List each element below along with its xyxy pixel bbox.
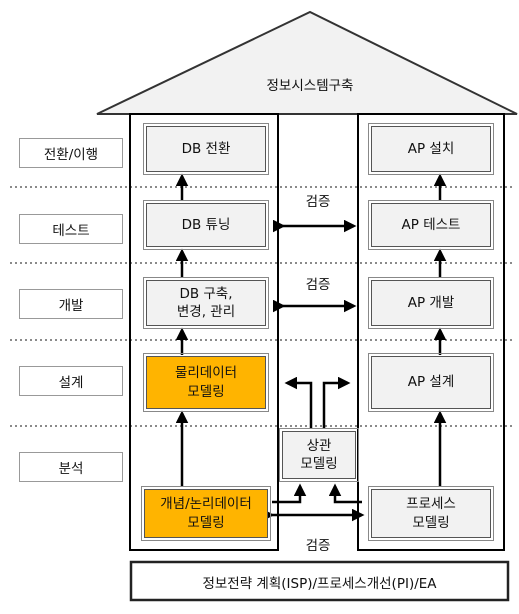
ap-column-frame <box>357 113 505 551</box>
logical-data-modeling-box: 개념/논리데이터 모델링 <box>141 486 271 541</box>
roof-title: 정보시스템구축 <box>266 78 354 94</box>
stage-design: 설계 <box>19 366 123 396</box>
db-build-box: DB 구축, 변경, 관리 <box>143 277 269 329</box>
ap-development-box: AP 개발 <box>368 277 494 329</box>
ap-design-box: AP 설계 <box>368 353 494 412</box>
ap-test-box: AP 테스트 <box>368 200 494 250</box>
verify-label-development: 검증 <box>305 277 331 293</box>
foundation-label: 정보전략 계획(ISP)/프로세스개선(PI)/EA <box>202 576 437 592</box>
stage-test: 테스트 <box>19 214 123 244</box>
verify-label-test: 검증 <box>305 194 331 210</box>
physical-data-modeling-box: 물리데이터 모델링 <box>143 353 269 412</box>
roof <box>96 10 518 115</box>
stage-analysis: 분석 <box>19 452 123 482</box>
verify-label-analysis: 검증 <box>305 538 331 554</box>
modeling-arrows <box>272 483 362 504</box>
process-modeling-box: 프로세스 모델링 <box>368 486 494 541</box>
db-column-frame <box>129 113 279 551</box>
stage-transition: 전환/이행 <box>19 138 123 168</box>
db-tuning-box: DB 튜닝 <box>143 200 269 250</box>
ap-install-box: AP 설치 <box>368 123 494 175</box>
correlation-modeling-box: 상관 모델링 <box>279 428 359 482</box>
stage-development: 개발 <box>19 289 123 319</box>
correlation-arrows <box>284 376 351 428</box>
db-conversion-box: DB 전환 <box>143 123 269 175</box>
